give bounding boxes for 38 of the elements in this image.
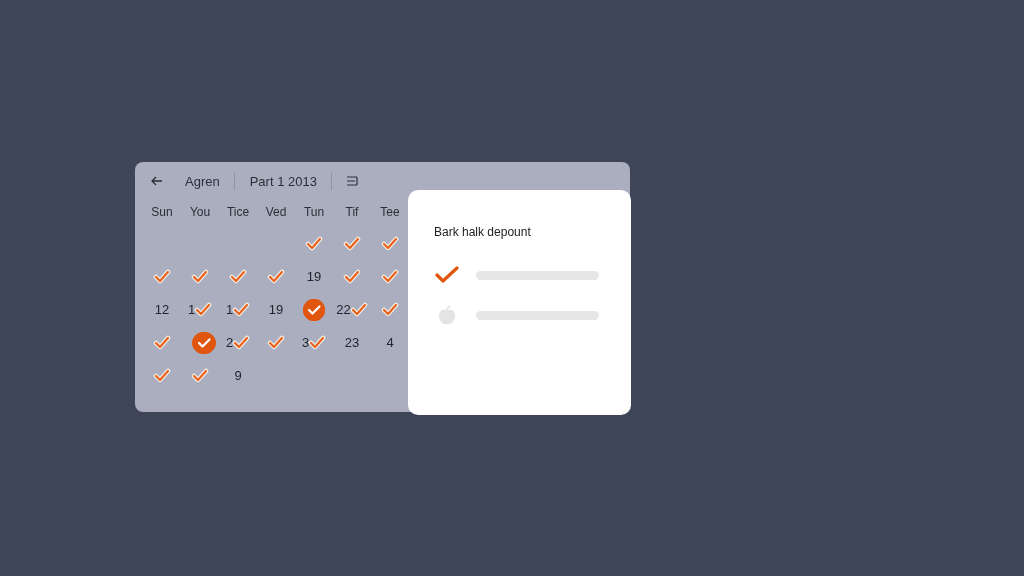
calendar-day[interactable] [229, 268, 247, 285]
calendar-day[interactable] [153, 334, 171, 351]
calendar-day[interactable]: 3 [301, 334, 327, 351]
calendar-day[interactable] [303, 298, 325, 321]
calendar-day[interactable] [191, 268, 209, 285]
calendar-day[interactable] [381, 235, 399, 252]
calendar-day[interactable]: 12 [154, 302, 170, 317]
calendar-day[interactable] [343, 235, 361, 252]
weekday-label: Tun [302, 204, 326, 221]
calendar-day[interactable]: 22 [336, 301, 368, 318]
menu-button[interactable] [345, 176, 359, 186]
calendar-day[interactable] [305, 235, 323, 252]
calendar-day[interactable] [381, 268, 399, 285]
calendar-day[interactable] [191, 367, 209, 384]
weekday-label: Tice [225, 204, 251, 221]
calendar-day[interactable] [267, 268, 285, 285]
calendar-day[interactable]: 9 [234, 368, 242, 383]
back-button[interactable] [151, 176, 163, 186]
calendar-day[interactable]: 1 [225, 301, 251, 318]
calendar-day[interactable] [343, 268, 361, 285]
weekday-label: Ved [264, 204, 288, 221]
calendar-day[interactable]: 19 [306, 269, 322, 284]
weekday-label: Sun [150, 204, 174, 221]
calendar-day[interactable] [153, 367, 171, 384]
back-label[interactable]: Agren [185, 173, 220, 189]
popup-title: Bark halk depount [434, 225, 532, 239]
calendar-day[interactable]: 1 [187, 301, 213, 318]
calendar-day[interactable]: 4 [386, 335, 394, 350]
calendar-day[interactable]: 19 [268, 302, 284, 317]
weekday-label: Tif [344, 204, 360, 221]
weekday-label: You [188, 204, 212, 221]
calendar-day[interactable] [153, 268, 171, 285]
weekday-label: Tee [379, 204, 401, 221]
calendar-day[interactable]: 23 [344, 335, 360, 350]
calendar-day[interactable]: 2 [225, 334, 251, 351]
calendar-day[interactable] [267, 334, 285, 351]
calendar-day[interactable] [381, 301, 399, 318]
month-title: Part 1 2013 [249, 173, 317, 189]
